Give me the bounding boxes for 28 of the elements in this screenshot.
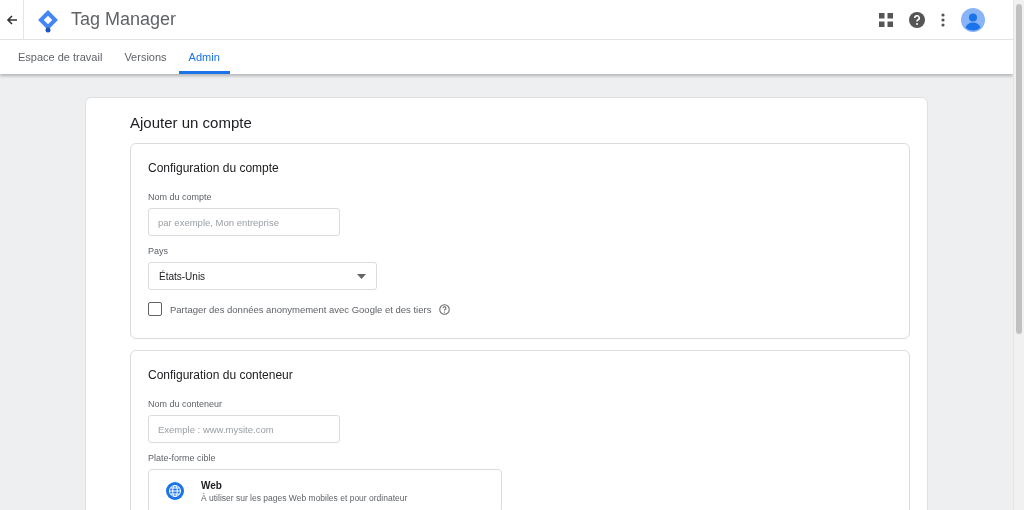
avatar-icon[interactable] [961,7,985,32]
field-label: Nom du compte [148,192,213,202]
section-title: Configuration du conteneur [148,368,294,382]
apps-grid-icon[interactable] [879,12,893,27]
page-title: Ajouter un compte [130,114,253,131]
back-arrow-icon [5,13,18,26]
section-title: Configuration du compte [148,161,280,175]
more-menu-icon[interactable] [941,12,945,27]
field-label: Nom du conteneur [148,399,224,409]
help-icon[interactable] [439,303,451,315]
container-name-field[interactable]: Exemple : www.mysite.com [148,415,340,443]
scrollbar[interactable] [1013,0,1024,510]
platform-option[interactable]: Web À utiliser sur les pages Web mobiles et pour ordinateur [148,469,502,510]
help-icon[interactable] [909,11,925,28]
dropdown-caret-icon [357,273,366,279]
checkbox[interactable] [148,302,162,316]
globe-icon [166,482,184,500]
app-title: Tag Manager [71,9,177,30]
tab[interactable]: Versions [114,40,177,74]
field-label: Pays [148,246,169,256]
country-dropdown[interactable]: États-Unis [148,262,377,290]
field-label: Plate-forme cible [148,453,217,463]
platform-name: Web [201,479,223,491]
checkbox-label: Partager des données anonymement avec Google et des tiers [170,303,432,315]
platform-description: À utiliser sur les pages Web mobiles et pour ordinateur [201,492,408,503]
tab[interactable]: Espace de travail [8,40,113,74]
tab[interactable]: Admin [178,40,230,74]
account-name-field[interactable]: par exemple, Mon entreprise [148,208,340,236]
